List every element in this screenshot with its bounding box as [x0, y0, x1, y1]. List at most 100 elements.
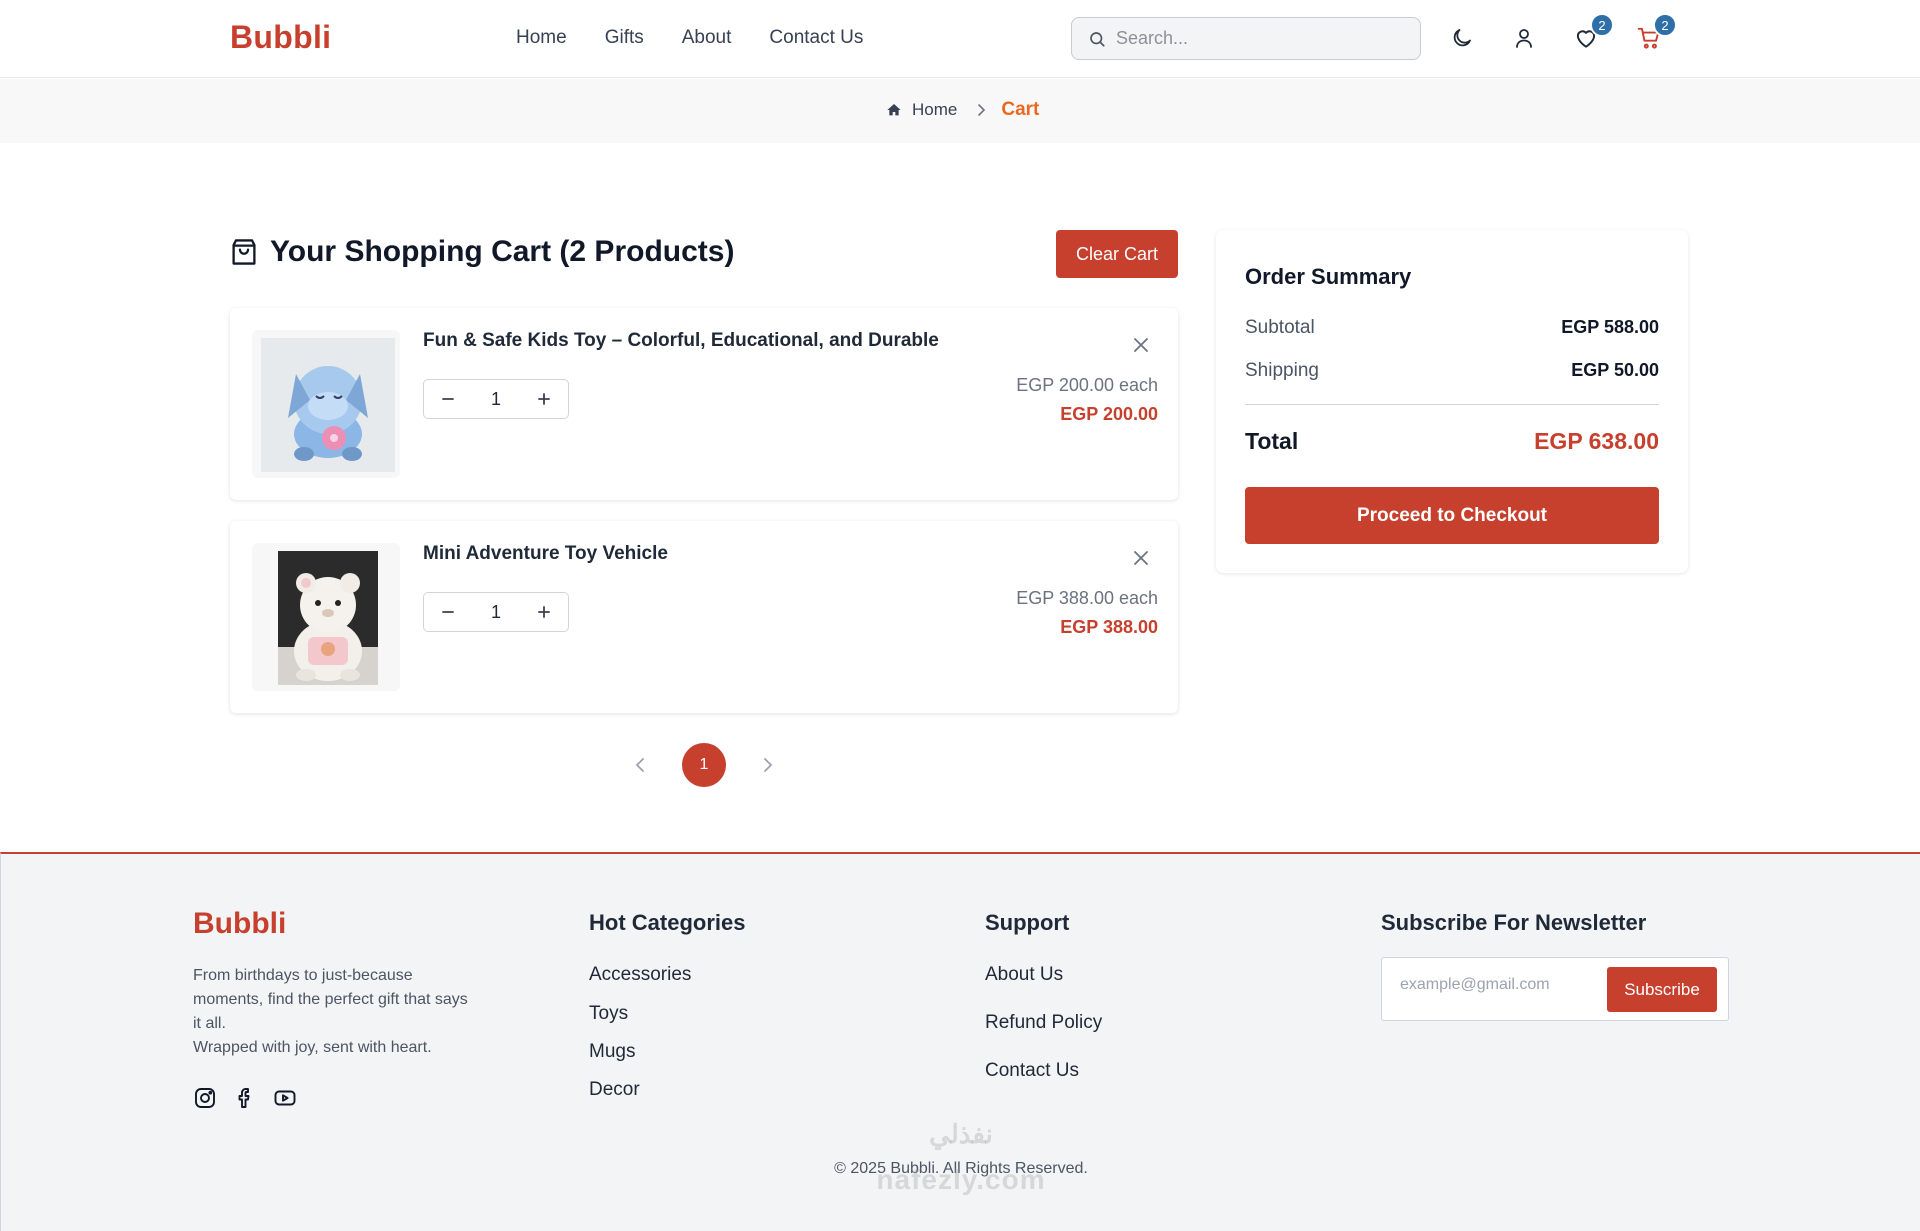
youtube-icon[interactable]	[273, 1086, 297, 1110]
category-link-decor[interactable]: Decor	[589, 1079, 745, 1101]
plus-icon	[537, 392, 551, 406]
chevron-right-icon	[975, 103, 987, 117]
product-image[interactable]	[252, 543, 400, 691]
watermark-arabic: نفذلي	[929, 1119, 993, 1149]
product-image[interactable]	[252, 330, 400, 478]
line-total: EGP 388.00	[1060, 617, 1158, 637]
product-name[interactable]: Fun & Safe Kids Toy – Colorful, Educatio…	[423, 330, 939, 352]
pagination: 1	[620, 743, 788, 787]
hot-categories-column: Hot Categories Accessories Toys Mugs Dec…	[589, 910, 745, 1101]
support-link-about[interactable]: About Us	[985, 964, 1102, 986]
shipping-label: Shipping	[1245, 360, 1319, 381]
footer-brand-logo[interactable]: Bubbli	[193, 907, 286, 941]
account-button[interactable]	[1510, 24, 1538, 52]
minus-icon	[441, 392, 455, 406]
search-icon	[1088, 30, 1106, 48]
social-links	[193, 1086, 297, 1110]
site-footer: Bubbli From birthdays to just-because mo…	[0, 852, 1920, 1231]
increase-quantity-button[interactable]	[520, 380, 568, 418]
search-box[interactable]	[1071, 17, 1421, 60]
total-label: Total	[1245, 428, 1299, 454]
quantity-value[interactable]: 1	[472, 602, 520, 623]
cart-button[interactable]: 2	[1635, 13, 1677, 52]
shopping-bag-icon	[230, 237, 258, 267]
quantity-stepper: 1	[423, 592, 569, 632]
footer-description-line1: From birthdays to just-because moments, …	[193, 967, 468, 1032]
decrease-quantity-button[interactable]	[424, 380, 472, 418]
site-header: Bubbli Home Gifts About Contact Us 2 2	[0, 0, 1920, 78]
instagram-icon[interactable]	[193, 1086, 217, 1110]
user-icon	[1512, 26, 1536, 50]
nav-gifts[interactable]: Gifts	[605, 27, 644, 49]
support-link-contact[interactable]: Contact Us	[985, 1060, 1102, 1082]
theme-toggle-button[interactable]	[1448, 24, 1476, 52]
category-link-accessories[interactable]: Accessories	[589, 964, 745, 986]
close-icon	[1130, 547, 1152, 569]
nav-home[interactable]: Home	[516, 27, 567, 49]
close-icon	[1130, 334, 1152, 356]
wishlist-button[interactable]: 2	[1572, 13, 1614, 52]
main-nav: Home Gifts About Contact Us	[516, 27, 901, 49]
proceed-to-checkout-button[interactable]: Proceed to Checkout	[1245, 487, 1659, 544]
cart-heading: Your Shopping Cart (2 Products)	[230, 235, 734, 269]
increase-quantity-button[interactable]	[520, 593, 568, 631]
chevron-left-icon	[633, 756, 647, 774]
newsletter-email-input[interactable]	[1400, 976, 1600, 994]
newsletter-column: Subscribe For Newsletter	[1381, 910, 1646, 936]
summary-title: Order Summary	[1245, 264, 1412, 289]
search-input[interactable]	[1116, 28, 1406, 49]
brand-logo[interactable]: Bubbli	[230, 19, 331, 56]
previous-page-button[interactable]	[620, 743, 660, 787]
footer-description: From birthdays to just-because moments, …	[193, 964, 473, 1060]
footer-description-line2: Wrapped with joy, sent with heart.	[193, 1039, 432, 1056]
moon-icon	[1450, 26, 1474, 50]
remove-item-button[interactable]	[1130, 334, 1152, 356]
next-page-button[interactable]	[748, 743, 788, 787]
cart-item: Mini Adventure Toy Vehicle 1 EGP 388.00 …	[230, 521, 1178, 713]
quantity-stepper: 1	[423, 379, 569, 419]
support-title: Support	[985, 910, 1070, 935]
subtotal-value: EGP 588.00	[1561, 317, 1659, 337]
unit-price: EGP 200.00 each	[1016, 375, 1158, 395]
plus-icon	[537, 605, 551, 619]
category-link-mugs[interactable]: Mugs	[589, 1041, 745, 1063]
page-title: Your Shopping Cart (2 Products)	[270, 235, 735, 268]
remove-item-button[interactable]	[1130, 547, 1152, 569]
subscribe-button[interactable]: Subscribe	[1607, 967, 1717, 1012]
category-link-toys[interactable]: Toys	[589, 1003, 745, 1025]
newsletter-form: Subscribe	[1381, 957, 1729, 1021]
summary-divider	[1245, 404, 1659, 405]
breadcrumb: Home Cart	[886, 99, 1039, 121]
unit-price: EGP 388.00 each	[1016, 588, 1158, 608]
shipping-row: Shipping EGP 50.00	[1245, 360, 1659, 382]
support-column: Support About Us Refund Policy Contact U…	[985, 910, 1102, 1082]
newsletter-title: Subscribe For Newsletter	[1381, 910, 1647, 935]
watermark: نفذلي nafezly.com	[1, 1119, 1920, 1196]
breadcrumb-current: Cart	[1001, 99, 1040, 120]
product-name[interactable]: Mini Adventure Toy Vehicle	[423, 543, 668, 565]
line-total: EGP 200.00	[1060, 404, 1158, 424]
support-link-refund[interactable]: Refund Policy	[985, 1012, 1102, 1034]
cart-item: Fun & Safe Kids Toy – Colorful, Educatio…	[230, 308, 1178, 500]
home-icon	[886, 102, 902, 118]
page-number-button[interactable]: 1	[682, 743, 726, 787]
wishlist-count-badge: 2	[1590, 13, 1614, 37]
order-summary: Order Summary Subtotal EGP 588.00 Shippi…	[1216, 230, 1688, 573]
chevron-right-icon	[761, 756, 775, 774]
quantity-value[interactable]: 1	[472, 389, 520, 410]
minus-icon	[441, 605, 455, 619]
nav-contact[interactable]: Contact Us	[769, 27, 863, 49]
nav-about[interactable]: About	[682, 27, 732, 49]
total-value: EGP 638.00	[1534, 428, 1659, 454]
hot-categories-title: Hot Categories	[589, 910, 746, 935]
subtotal-row: Subtotal EGP 588.00	[1245, 317, 1659, 339]
facebook-icon[interactable]	[233, 1086, 257, 1110]
cart-count-badge: 2	[1653, 13, 1677, 37]
shipping-value: EGP 50.00	[1571, 360, 1659, 380]
breadcrumb-home[interactable]: Home	[912, 100, 957, 120]
watermark-url: nafezly.com	[876, 1164, 1046, 1195]
breadcrumb-bar: Home Cart	[0, 79, 1920, 143]
decrease-quantity-button[interactable]	[424, 593, 472, 631]
subtotal-label: Subtotal	[1245, 317, 1315, 338]
clear-cart-button[interactable]: Clear Cart	[1056, 230, 1178, 278]
